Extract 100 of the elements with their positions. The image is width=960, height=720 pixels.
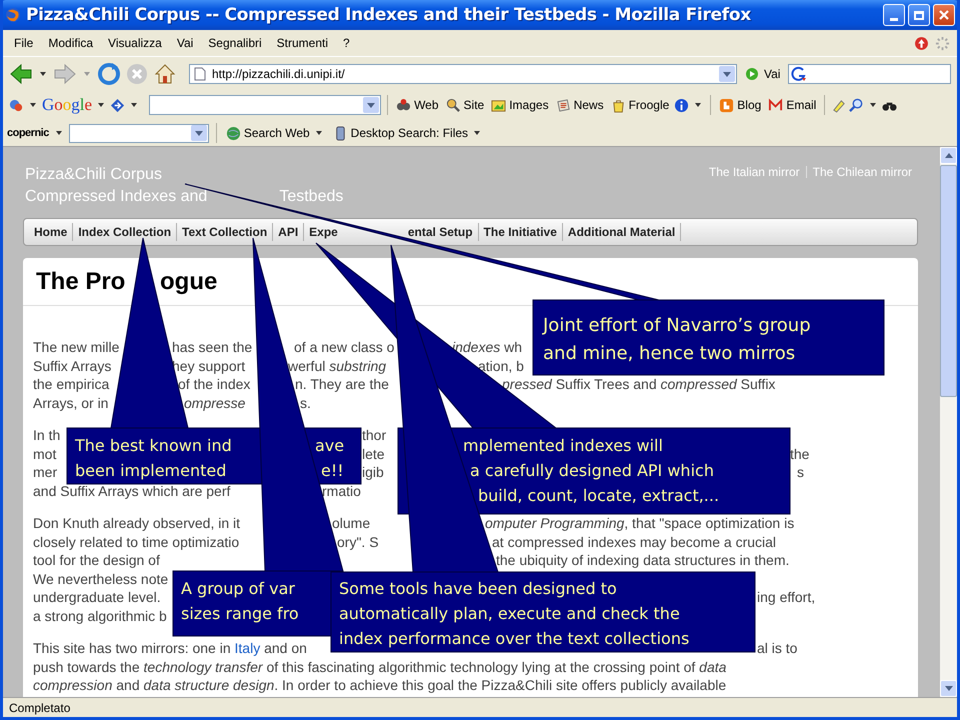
caret-icon bbox=[316, 131, 322, 135]
dropdown-button[interactable] bbox=[363, 97, 380, 113]
toolbar-button[interactable]: Blog bbox=[717, 98, 764, 112]
paragraph-text: tool for the design of bbox=[33, 552, 160, 568]
paragraph-text: closely related to time optimizatio bbox=[33, 534, 240, 550]
callout-text: a carefully designed API which bbox=[470, 461, 714, 480]
paragraph-text: werful substring bbox=[288, 358, 386, 374]
menu-item[interactable]: Segnalibri bbox=[201, 36, 270, 50]
menu-item[interactable]: ? bbox=[336, 36, 358, 50]
caret-icon[interactable] bbox=[56, 131, 62, 135]
nav-link[interactable]: API bbox=[273, 223, 304, 241]
caret-icon bbox=[474, 131, 480, 135]
back-icon[interactable] bbox=[9, 62, 33, 86]
copernic-logo[interactable]: copernic bbox=[7, 127, 49, 139]
paragraph-text: ompresse bbox=[184, 394, 246, 411]
url-field[interactable]: http://pizzachili.di.unipi.it/ bbox=[189, 64, 737, 84]
dropdown-button[interactable] bbox=[190, 125, 207, 141]
play-icon bbox=[745, 66, 759, 80]
paragraph-text: Suffix Arrays bbox=[33, 358, 112, 374]
toolbar-button[interactable]: Site bbox=[444, 98, 486, 112]
google-logo[interactable]: Google bbox=[42, 95, 92, 115]
minimize-button[interactable] bbox=[883, 4, 905, 26]
menu-item[interactable]: File bbox=[7, 36, 42, 50]
caret-icon[interactable] bbox=[870, 103, 876, 107]
site-subtitle: Compressed Indexes and bbox=[25, 187, 208, 207]
menu-item[interactable]: Vai bbox=[170, 36, 202, 50]
paragraph-text: In th bbox=[33, 427, 60, 444]
nav-link[interactable]: The Initiative bbox=[478, 223, 563, 241]
menu-item[interactable]: Strumenti bbox=[270, 36, 336, 50]
paragraph-text: at compressed indexes may become a crucial bbox=[492, 534, 776, 550]
paragraph-text: igib bbox=[362, 464, 384, 480]
paragraph-text: n. They are the bbox=[295, 376, 389, 392]
search-icon[interactable] bbox=[849, 98, 864, 112]
mail-icon bbox=[768, 98, 784, 112]
paragraph-text: We nevertheless note bbox=[33, 570, 168, 587]
search-field[interactable] bbox=[68, 124, 209, 142]
nav-link[interactable]: Home bbox=[29, 223, 74, 241]
search-field[interactable] bbox=[788, 64, 951, 84]
toolbar-button[interactable]: Email bbox=[766, 98, 818, 112]
paragraph-text: the bbox=[790, 446, 810, 462]
reload-icon[interactable] bbox=[97, 62, 121, 86]
toolbar-button[interactable]: Froogle bbox=[608, 98, 672, 112]
caret-icon[interactable] bbox=[30, 103, 36, 107]
toolbar-menu-icon[interactable] bbox=[9, 98, 24, 112]
toolbar-button[interactable]: Images bbox=[489, 98, 551, 112]
paragraph-text: ing effort, bbox=[757, 589, 816, 606]
menu-item[interactable]: Visualizza bbox=[101, 36, 170, 50]
toolbar-button[interactable]: Web bbox=[394, 98, 441, 112]
toolbar-button[interactable]: Desktop Search: Files bbox=[330, 126, 486, 140]
caret-icon[interactable] bbox=[40, 72, 46, 76]
paragraph-text: has seen the bbox=[172, 339, 252, 356]
update-icon[interactable] bbox=[914, 36, 929, 50]
menu-item[interactable]: Modifica bbox=[41, 36, 102, 50]
search-field[interactable] bbox=[149, 95, 382, 115]
callout-text: mplemented indexes will bbox=[463, 436, 663, 455]
text-link[interactable]: Italy bbox=[234, 640, 260, 656]
home-icon[interactable] bbox=[153, 62, 177, 86]
callout-text: automatically plan, execute and check the bbox=[339, 604, 680, 623]
newspaper-icon bbox=[556, 98, 571, 112]
paragraph-text: compression and data structure design. In order to achieve this goal the Pizza&Chili site offers publicly available bbox=[33, 677, 726, 694]
arrow-down-icon[interactable] bbox=[944, 686, 952, 691]
paragraph-text: Arrays, or in bbox=[33, 394, 108, 411]
paragraph-text: the empirica bbox=[33, 376, 110, 392]
paragraph-text: ation, b bbox=[478, 358, 524, 374]
status-text: Completato bbox=[9, 701, 70, 715]
dropdown-button[interactable] bbox=[719, 66, 735, 82]
site-subtitle: Testbeds bbox=[279, 187, 344, 207]
paragraph-text: The new mille bbox=[33, 339, 120, 356]
paragraph-text: rmatio bbox=[322, 482, 361, 499]
close-button[interactable] bbox=[933, 4, 955, 26]
diamond-icon[interactable] bbox=[110, 98, 126, 112]
caret-icon[interactable] bbox=[98, 103, 104, 107]
nav-link[interactable]: Additional Material bbox=[562, 223, 682, 241]
scrollbar[interactable] bbox=[940, 147, 957, 697]
go-button[interactable]: Vai bbox=[741, 66, 784, 80]
caret-icon[interactable] bbox=[131, 103, 138, 107]
toolbar-button[interactable]: News bbox=[554, 98, 606, 112]
paragraph-text: lete bbox=[362, 446, 385, 462]
callout-text: Joint effort of Navarro’s group bbox=[543, 315, 811, 336]
shopping-bag-icon bbox=[610, 98, 626, 112]
toolbar-button[interactable]: Search Web bbox=[224, 126, 327, 140]
paragraph-text: mot bbox=[33, 446, 56, 462]
binoculars-icon bbox=[396, 98, 412, 112]
arrow-up-icon[interactable] bbox=[944, 153, 952, 158]
blog-icon bbox=[719, 98, 734, 112]
callout-text: The best known ind bbox=[75, 436, 232, 455]
highlighter-icon[interactable] bbox=[831, 98, 846, 112]
maximize-button[interactable] bbox=[908, 4, 930, 26]
picture-icon bbox=[491, 98, 506, 112]
paragraph-text: push towards the technology transfer of this fascinating algorithmic technology lying at the crossing point of data bbox=[33, 658, 726, 675]
callout-text: and mine, hence two mirros bbox=[543, 343, 796, 364]
paragraph-text: a strong algorithmic b bbox=[33, 608, 167, 624]
paragraph-text: pressed Suffix Trees and compressed Suffix bbox=[502, 376, 776, 392]
page-icon bbox=[194, 66, 206, 80]
info-icon[interactable] bbox=[674, 98, 690, 112]
caret-icon[interactable] bbox=[695, 103, 702, 107]
paragraph-text: s. bbox=[300, 394, 311, 411]
callout-text: index performance over the text collections bbox=[339, 629, 690, 648]
paragraph-text: the ubiquity of indexing data structures in them. bbox=[496, 552, 790, 568]
firefox-icon bbox=[5, 7, 21, 23]
